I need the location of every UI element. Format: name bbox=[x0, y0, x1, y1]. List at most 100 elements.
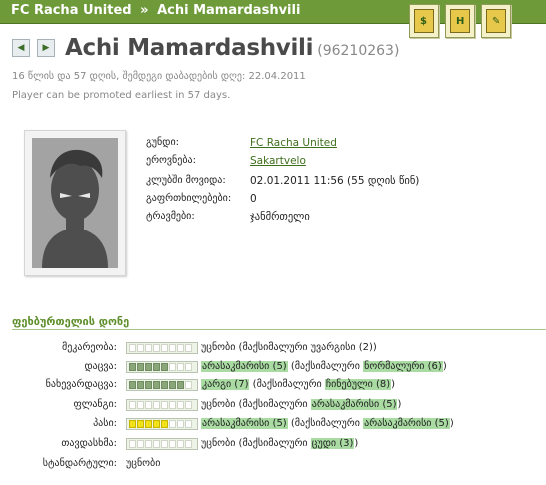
skill-bar-segment bbox=[185, 401, 192, 409]
skill-bar-segment bbox=[161, 420, 168, 428]
page-title: Achi Mamardashvili (96210263) bbox=[65, 35, 399, 61]
skill-bar-segment bbox=[153, 420, 160, 428]
skill-bar-segment bbox=[169, 420, 176, 428]
skill-bar-segment bbox=[153, 363, 160, 371]
skill-bar-segment bbox=[161, 401, 168, 409]
skill-bar-segment bbox=[129, 363, 136, 371]
skill-bar-segment bbox=[185, 363, 192, 371]
skill-text: უცნობი bbox=[126, 458, 161, 469]
skill-bar-segment bbox=[153, 381, 160, 389]
html-export-button[interactable]: H bbox=[445, 4, 475, 38]
info-label: კლუბში მოვიდა: bbox=[146, 175, 226, 186]
skill-value: უცნობი bbox=[126, 458, 160, 469]
skill-bar-segment bbox=[177, 363, 184, 371]
player-id: (96210263) bbox=[317, 43, 400, 59]
skill-bar-segment bbox=[145, 381, 152, 389]
skill-level-bar bbox=[126, 399, 198, 411]
info-value: ჯანმრთელი bbox=[250, 211, 310, 223]
skill-text: ) bbox=[449, 418, 454, 429]
skill-bar-segment bbox=[161, 440, 168, 448]
skill-bar-segment bbox=[137, 381, 144, 389]
skill-rating-highlight: ცუდი (3) bbox=[310, 438, 355, 449]
breadcrumb: FC Racha United » Achi Mamardashvili bbox=[11, 3, 300, 18]
avatar-silhouette-icon bbox=[32, 138, 118, 268]
skill-text: ) bbox=[391, 379, 396, 390]
breadcrumb-team-link[interactable]: FC Racha United bbox=[11, 3, 132, 18]
skill-rating-highlight: კარგი (7) bbox=[201, 379, 250, 390]
skill-bar-segment bbox=[129, 344, 136, 352]
skill-bar-segment bbox=[169, 363, 176, 371]
skill-bar-segment bbox=[177, 401, 184, 409]
skill-bar-segment bbox=[177, 440, 184, 448]
skill-value: არასაკმარისი (5) (მაქსიმალური არასაკმარი… bbox=[201, 418, 454, 429]
skill-bar-segment bbox=[137, 344, 144, 352]
promotion-info: Player can be promoted earliest in 57 da… bbox=[12, 90, 231, 101]
skill-value: უცნობი (მაქსიმალური არასაკმარისი (5)) bbox=[201, 399, 401, 410]
player-name: Achi Mamardashvili bbox=[65, 35, 314, 61]
info-label: ეროვნება: bbox=[146, 155, 196, 166]
skill-bar-segment bbox=[129, 381, 136, 389]
skill-level-bar bbox=[126, 361, 198, 373]
transfer-tool-icon-glyph: $ bbox=[420, 16, 427, 27]
skill-label: სტანდარტული: bbox=[42, 458, 117, 469]
skill-value: უცნობი (მაქსიმალური ცუდი (3)) bbox=[201, 438, 358, 449]
player-avatar bbox=[24, 130, 126, 276]
skill-bar-segment bbox=[185, 440, 192, 448]
skill-text: უცნობი (მაქსიმალური bbox=[201, 399, 311, 410]
skill-bar-segment bbox=[137, 440, 144, 448]
skill-label: დაცვა: bbox=[84, 361, 117, 372]
transfer-tool-button[interactable]: $ bbox=[409, 4, 439, 38]
info-value-link[interactable]: FC Racha United bbox=[250, 137, 337, 149]
skill-bar-segment bbox=[169, 344, 176, 352]
skill-text: ) bbox=[442, 361, 447, 372]
skill-label: ნახევარდაცვა: bbox=[45, 379, 117, 390]
breadcrumb-separator: » bbox=[140, 3, 149, 18]
skills-section-title: ფეხბურთელის დონე bbox=[12, 315, 130, 328]
skill-label: მეკარეობა: bbox=[61, 342, 117, 353]
skill-bar-segment bbox=[145, 363, 152, 371]
info-label: გუნდი: bbox=[146, 137, 179, 148]
skill-bar-segment bbox=[177, 344, 184, 352]
skill-bar-segment bbox=[169, 401, 176, 409]
skill-bar-segment bbox=[145, 420, 152, 428]
skill-text: უცნობი (მაქსიმალური უვარგისი (2)) bbox=[201, 342, 377, 353]
skill-bar-segment bbox=[185, 381, 192, 389]
skill-bar-segment bbox=[185, 344, 192, 352]
skill-text: (მაქსიმალური bbox=[249, 379, 325, 390]
skill-bar-segment bbox=[137, 420, 144, 428]
skill-bar-segment bbox=[169, 440, 176, 448]
skill-bar-segment bbox=[129, 401, 136, 409]
player-age: 16 წლის და 57 დღის, შემდეგი დაბადების დღ… bbox=[12, 71, 306, 82]
skill-bar-segment bbox=[161, 344, 168, 352]
skill-text: (მაქსიმალური bbox=[287, 361, 364, 372]
skill-bar-segment bbox=[161, 381, 168, 389]
section-divider bbox=[12, 329, 546, 330]
skill-text: უცნობი (მაქსიმალური bbox=[201, 438, 311, 449]
stats-tool-button[interactable]: ✎ bbox=[481, 4, 511, 38]
skill-bar-segment bbox=[153, 401, 160, 409]
skill-bar-segment bbox=[145, 344, 152, 352]
skill-label: თავდასხმა: bbox=[61, 438, 117, 449]
html-export-icon-glyph: H bbox=[456, 16, 465, 27]
arrow-left-icon: ◀ bbox=[17, 43, 25, 53]
skill-label: პასი: bbox=[93, 418, 117, 429]
skill-bar-segment bbox=[185, 420, 192, 428]
skill-value: კარგი (7) (მაქსიმალური ჩინებული (8)) bbox=[201, 379, 395, 390]
skill-level-bar bbox=[126, 438, 198, 450]
prev-player-button[interactable]: ◀ bbox=[12, 39, 30, 57]
skill-bar-segment bbox=[177, 420, 184, 428]
next-player-button[interactable]: ▶ bbox=[37, 39, 55, 57]
skill-value: უცნობი (მაქსიმალური უვარგისი (2)) bbox=[201, 342, 377, 353]
skill-rating-highlight: არასაკმარისი (5) bbox=[201, 418, 288, 429]
skill-rating-highlight: არასაკმარისი (5) bbox=[363, 418, 450, 429]
skill-bar-segment bbox=[161, 363, 168, 371]
skill-bar-segment bbox=[137, 363, 144, 371]
info-value-link[interactable]: Sakartvelo bbox=[250, 155, 306, 167]
stats-tool-icon-glyph: ✎ bbox=[492, 16, 501, 27]
skill-label: ფლანგი: bbox=[73, 399, 117, 410]
skill-bar-segment bbox=[145, 440, 152, 448]
skill-bar-segment bbox=[177, 381, 184, 389]
skill-text: ) bbox=[354, 438, 359, 449]
info-label: გაფრთხილებები: bbox=[146, 193, 232, 204]
info-value: 02.01.2011 11:56 (55 დღის წინ) bbox=[250, 175, 420, 187]
